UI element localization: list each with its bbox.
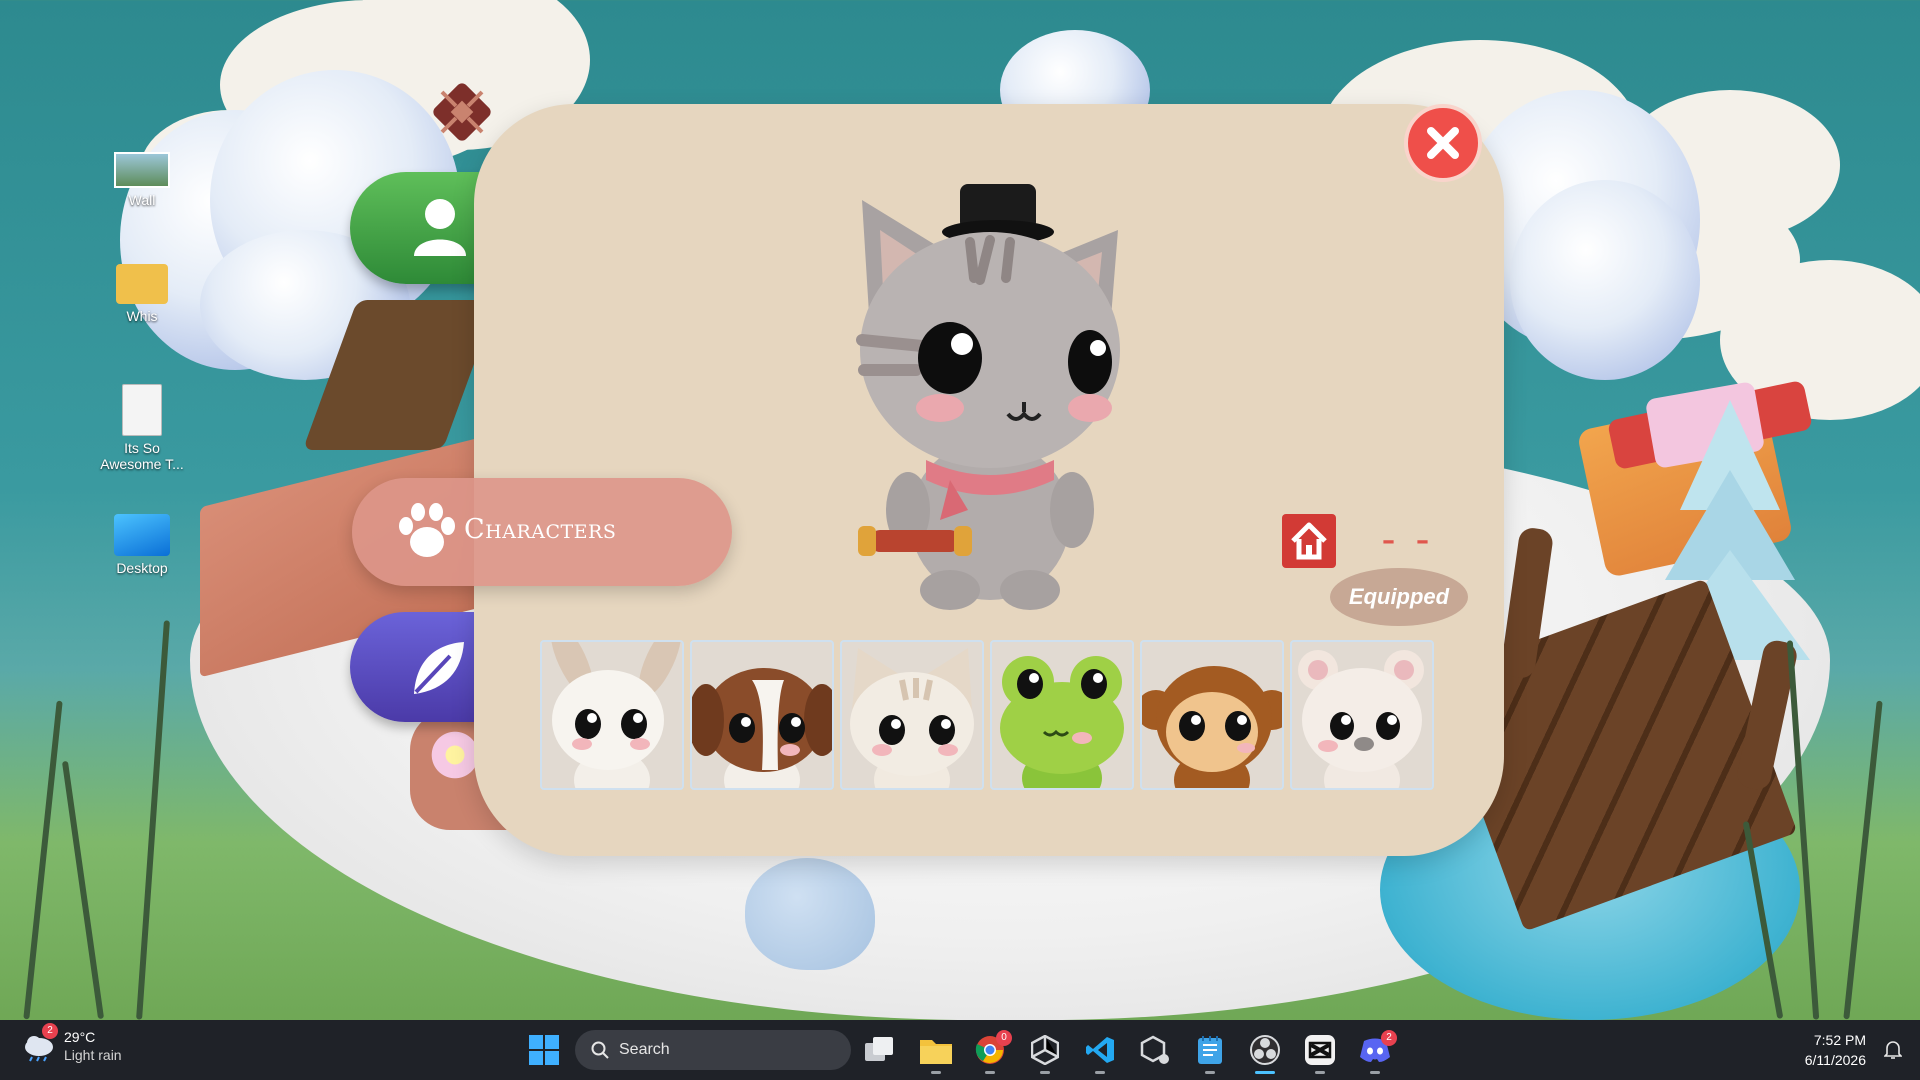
paw-icon <box>396 502 458 566</box>
selected-character-preview <box>840 180 1140 610</box>
folder-icon <box>920 1040 952 1064</box>
user-icon <box>412 196 468 262</box>
desktop-icon-folder[interactable]: Whis <box>94 264 190 324</box>
close-icon <box>1427 127 1459 159</box>
character-slot-frog[interactable] <box>990 640 1134 790</box>
status-dash: – – <box>1382 526 1436 556</box>
text-file-icon <box>122 384 162 436</box>
taskbar-task-view[interactable] <box>862 1032 898 1068</box>
taskbar-capcut[interactable] <box>1302 1032 1338 1074</box>
character-slot-bear[interactable] <box>1290 640 1434 790</box>
taskbar-search[interactable]: Search <box>575 1030 851 1070</box>
character-strip <box>540 640 1434 790</box>
taskbar-file-explorer[interactable] <box>918 1032 954 1074</box>
unity-icon <box>1031 1035 1059 1065</box>
equipped-badge: Equipped <box>1330 568 1468 626</box>
character-slot-bunny[interactable] <box>540 640 684 790</box>
taskbar-unity-hub[interactable] <box>1137 1032 1173 1068</box>
character-slot-monkey[interactable] <box>1140 640 1284 790</box>
weather-widget[interactable]: 2 29°C Light rain <box>22 1023 122 1064</box>
vscode-icon <box>1086 1037 1114 1063</box>
taskbar-vscode[interactable] <box>1082 1032 1118 1074</box>
desktop-icon-wallpaper[interactable]: Wall <box>94 152 190 208</box>
obs-icon <box>1250 1035 1280 1065</box>
weather-badge: 2 <box>42 1023 58 1039</box>
task-view-icon <box>865 1037 893 1061</box>
taskbar-unity[interactable] <box>1027 1032 1063 1074</box>
taskbar-notepad[interactable] <box>1192 1032 1228 1074</box>
desktop-shortcut-icon <box>114 514 170 556</box>
search-placeholder: Search <box>619 1041 670 1058</box>
character-slot-cat[interactable] <box>840 640 984 790</box>
taskbar: 2 29°C Light rain Search 0 2 7:52 PM 6/1… <box>0 1020 1920 1080</box>
close-button[interactable] <box>1404 104 1482 182</box>
weather-condition: Light rain <box>64 1047 122 1063</box>
system-clock[interactable]: 7:52 PM 6/11/2026 <box>1805 1030 1866 1070</box>
weather-temp: 29°C <box>64 1029 96 1045</box>
start-button[interactable] <box>526 1032 562 1068</box>
chrome-badge: 0 <box>996 1030 1012 1046</box>
weather-rain-icon: 2 <box>22 1023 58 1063</box>
bear-icon <box>1298 650 1424 788</box>
home-button[interactable] <box>1282 514 1336 568</box>
characters-button[interactable]: Characters <box>352 478 732 586</box>
character-slot-puppy[interactable] <box>690 640 834 790</box>
folder-icon <box>116 264 168 304</box>
clock-date: 6/11/2026 <box>1804 1052 1866 1068</box>
search-icon <box>591 1041 609 1059</box>
desktop-icon-text-file[interactable]: Its So Awesome T... <box>94 384 190 472</box>
notepad-icon <box>1198 1036 1222 1064</box>
clock-time: 7:52 PM <box>1813 1032 1866 1048</box>
bunny-icon <box>550 642 682 788</box>
discord-badge: 2 <box>1381 1030 1397 1046</box>
windows-start-icon <box>529 1035 559 1065</box>
taskbar-discord[interactable]: 2 <box>1357 1030 1397 1074</box>
puppy-icon <box>692 668 832 788</box>
game-logo-icon <box>432 82 492 142</box>
taskbar-chrome[interactable]: 0 <box>972 1030 1012 1074</box>
unity-hub-icon <box>1140 1035 1169 1064</box>
cat-icon <box>850 648 974 788</box>
taskbar-obs[interactable] <box>1247 1032 1283 1074</box>
leaf-icon <box>406 636 470 704</box>
image-file-icon <box>114 152 170 188</box>
frog-icon <box>1000 656 1124 788</box>
characters-label: Characters <box>464 514 617 545</box>
notification-bell-icon[interactable] <box>1883 1040 1903 1064</box>
desktop-icon-desktop[interactable]: Desktop <box>94 514 190 576</box>
monkey-icon <box>1142 666 1282 788</box>
capcut-icon <box>1305 1035 1335 1065</box>
house-icon <box>1291 522 1327 560</box>
